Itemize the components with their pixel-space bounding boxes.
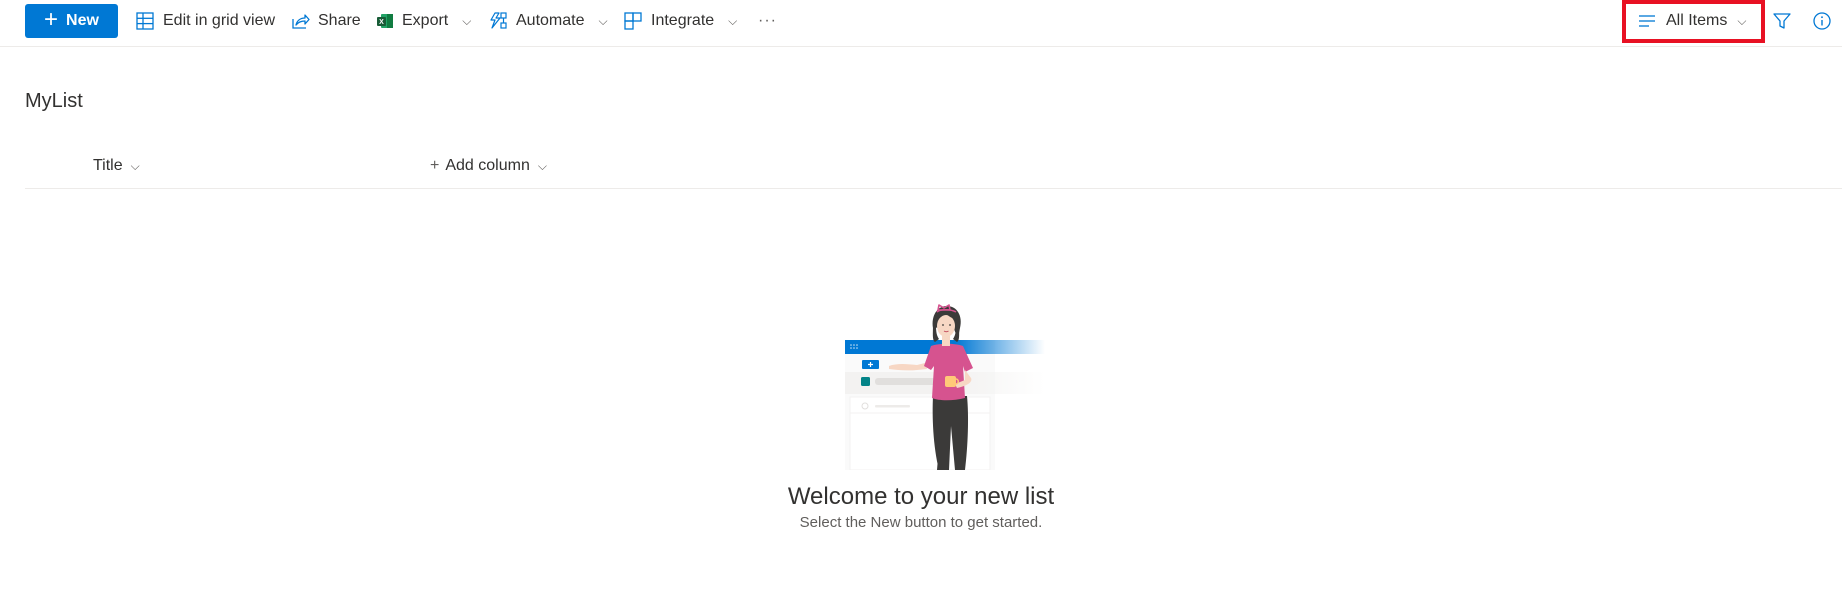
- add-column-button[interactable]: + Add column ⌵: [430, 154, 547, 178]
- list-view-icon: [1639, 15, 1655, 27]
- integrate-label: Integrate: [651, 12, 715, 29]
- excel-icon: X: [377, 14, 393, 28]
- edit-in-grid-view-label: Edit in grid view: [163, 12, 276, 29]
- chevron-down-icon: ⌵: [598, 13, 608, 28]
- edit-in-grid-view-button[interactable]: Edit in grid view: [135, 4, 275, 38]
- filter-button[interactable]: [1770, 9, 1794, 33]
- plus-icon: +: [430, 157, 440, 174]
- empty-state-title: Welcome to your new list: [787, 483, 1055, 510]
- new-button-label: New: [66, 12, 99, 29]
- chevron-down-icon: ⌵: [462, 13, 472, 28]
- empty-list-illustration: [845, 304, 1045, 470]
- integrate-button[interactable]: Integrate ⌵: [623, 4, 737, 38]
- chevron-down-icon: ⌵: [1737, 13, 1747, 28]
- new-button[interactable]: + New: [25, 4, 118, 38]
- grid-icon: [136, 12, 154, 30]
- column-header-label: Title: [93, 157, 123, 174]
- share-icon: [292, 14, 310, 29]
- share-label: Share: [318, 12, 361, 29]
- automate-button[interactable]: Automate ⌵: [488, 4, 608, 38]
- column-header-title[interactable]: Title ⌵: [93, 154, 140, 178]
- chevron-down-icon: ⌵: [728, 13, 738, 28]
- filter-icon: [1773, 13, 1791, 29]
- more-icon: ···: [758, 12, 777, 29]
- header-divider: [25, 188, 1842, 189]
- empty-state-subtitle: Select the New button to get started.: [799, 514, 1043, 531]
- automate-icon: [490, 12, 507, 29]
- more-options-button[interactable]: ···: [758, 4, 777, 38]
- export-button[interactable]: X Export ⌵: [376, 4, 471, 38]
- automate-label: Automate: [516, 12, 585, 29]
- view-selector-label: All Items: [1666, 12, 1728, 29]
- export-label: Export: [402, 12, 449, 29]
- chevron-down-icon: ⌵: [130, 158, 140, 173]
- share-button[interactable]: Share: [290, 4, 361, 38]
- info-icon: [1813, 12, 1831, 30]
- svg-text:X: X: [379, 19, 384, 26]
- add-column-label: Add column: [445, 157, 530, 174]
- chevron-down-icon: ⌵: [537, 158, 547, 173]
- view-selector[interactable]: All Items ⌵: [1638, 4, 1746, 38]
- plus-icon: +: [44, 6, 59, 33]
- command-bar: + New Edit in grid view Share X Export ⌵…: [0, 0, 1842, 47]
- info-button[interactable]: [1810, 9, 1834, 33]
- list-title: MyList: [25, 90, 83, 112]
- integrate-icon: [624, 12, 642, 30]
